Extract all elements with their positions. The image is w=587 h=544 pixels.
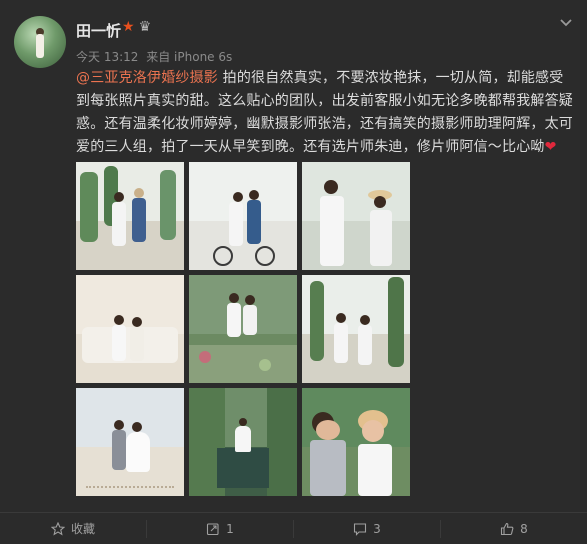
favorite-button[interactable]: 收藏 — [0, 519, 147, 538]
photo-9[interactable] — [302, 388, 410, 496]
photo-7[interactable] — [76, 388, 184, 496]
more-menu-chevron-icon[interactable] — [559, 16, 573, 32]
like-count: 8 — [520, 521, 528, 536]
post-time[interactable]: 今天 13:12 — [76, 50, 138, 64]
photo-8[interactable] — [189, 388, 297, 496]
photo-grid — [76, 162, 410, 502]
repost-count: 1 — [226, 521, 234, 536]
avatar-figure-body — [36, 34, 44, 58]
comment-count: 3 — [373, 521, 381, 536]
user-name[interactable]: 田一忻 — [76, 20, 121, 41]
post-source: 来自 iPhone 6s — [146, 50, 233, 64]
post-action-bar: 收藏 1 3 8 — [0, 512, 587, 544]
photo-4[interactable] — [76, 275, 184, 383]
photo-1[interactable] — [76, 162, 184, 270]
star-outline-icon — [50, 521, 65, 535]
photo-3[interactable] — [302, 162, 410, 270]
crown-icon[interactable]: ♛ — [139, 19, 152, 35]
photo-5[interactable] — [189, 275, 297, 383]
user-avatar[interactable] — [14, 16, 66, 68]
mention-link[interactable]: @三亚克洛伊婚纱摄影 — [76, 70, 218, 86]
repost-icon — [207, 522, 219, 535]
photo-6[interactable] — [302, 275, 410, 383]
weibo-post-card: 田一忻 ★ ♛ 今天 13:12 来自 iPhone 6s @三亚克洛伊婚纱摄影 … — [0, 0, 587, 543]
favorite-label: 收藏 — [70, 522, 95, 536]
comment-button[interactable]: 3 — [294, 519, 441, 538]
thumbs-up-icon — [501, 522, 514, 535]
vip-star-icon[interactable]: ★ — [122, 19, 135, 35]
like-button[interactable]: 8 — [441, 520, 587, 538]
post-body: @三亚克洛伊婚纱摄影 拍的很自然真实，不要浓妆艳抹，一切从简，却能感受到每张照片… — [76, 67, 574, 159]
user-badges: ★ ♛ — [122, 19, 151, 35]
repost-button[interactable]: 1 — [147, 519, 294, 538]
post-meta: 今天 13:12 来自 iPhone 6s — [76, 48, 232, 65]
comment-icon — [354, 522, 367, 536]
heart-emoji-icon: ❤ — [544, 139, 557, 155]
photo-2[interactable] — [189, 162, 297, 270]
